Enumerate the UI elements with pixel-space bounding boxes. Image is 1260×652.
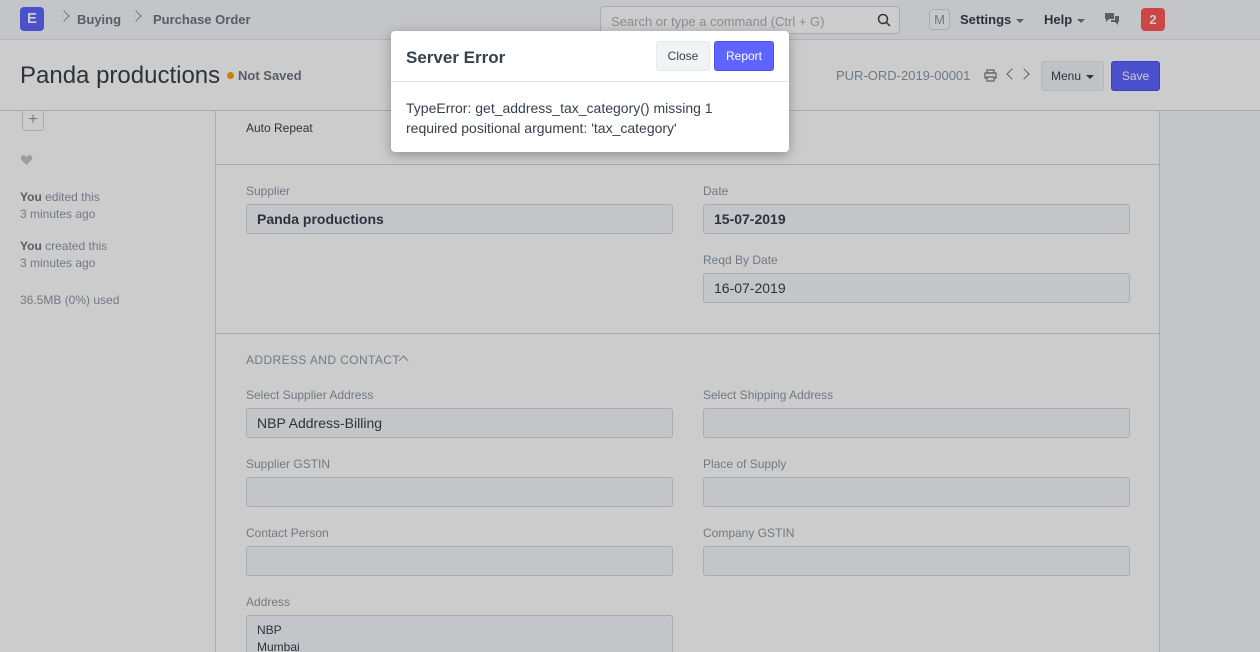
server-error-dialog: Server Error Close Report TypeError: get… — [391, 31, 789, 152]
report-button[interactable]: Report — [714, 41, 774, 71]
error-message: TypeError: get_address_tax_category() mi… — [406, 100, 713, 136]
modal-title: Server Error — [406, 48, 506, 67]
close-button[interactable]: Close — [656, 41, 710, 71]
modal-header: Server Error Close Report — [391, 31, 789, 82]
